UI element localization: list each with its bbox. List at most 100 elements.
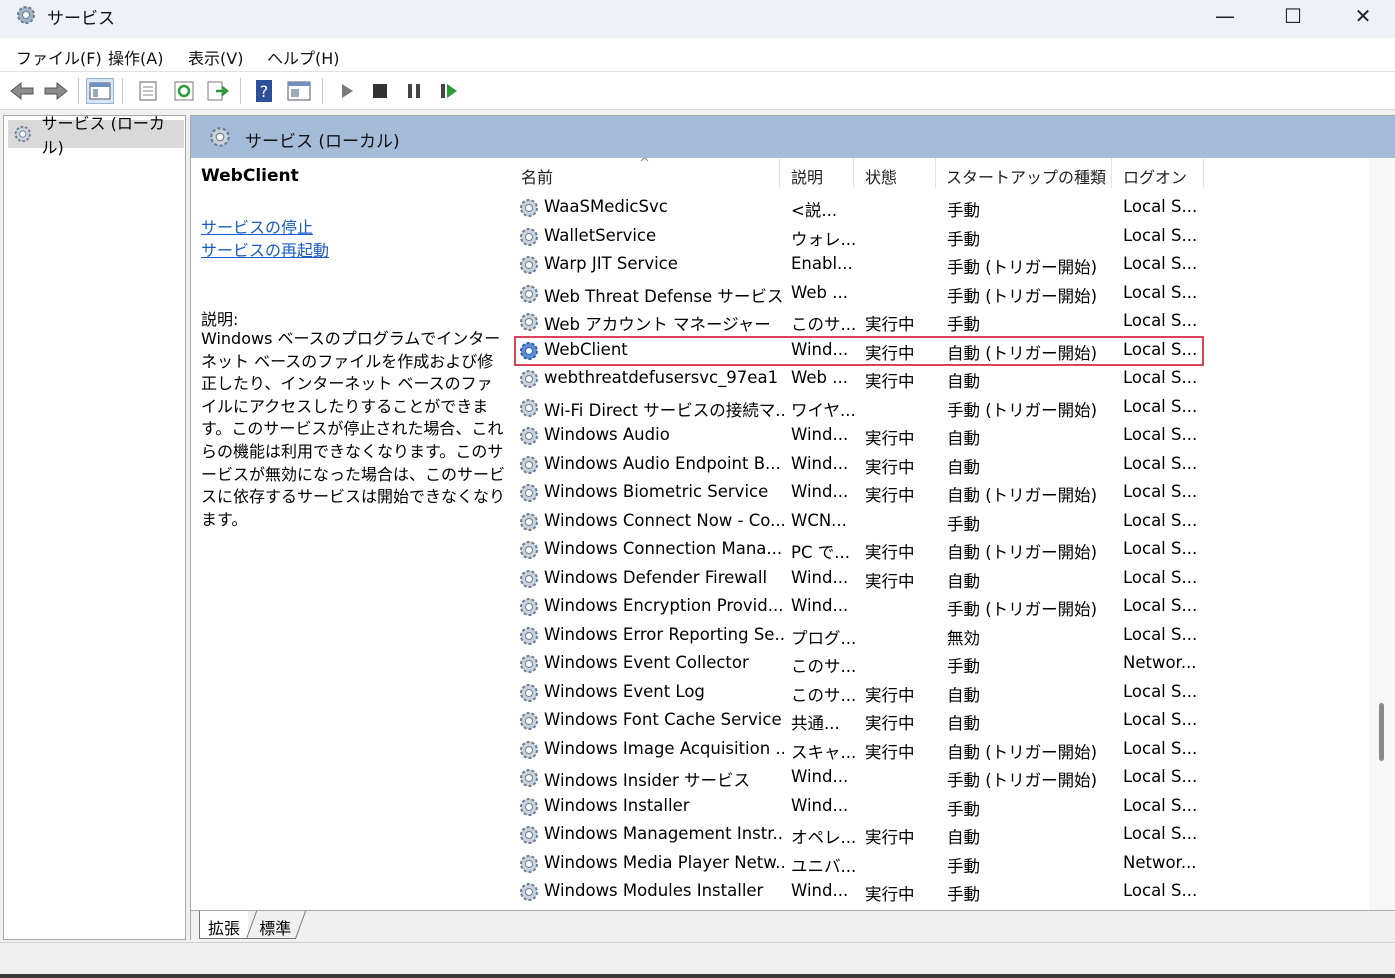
table-row[interactable]: Windows Insider サービス Wind... 手動 (トリガー開始) Lo…: [513, 764, 1379, 792]
column-divider[interactable]: [935, 158, 936, 188]
stop-service-button[interactable]: [366, 78, 394, 104]
service-logon: Local S...: [1123, 681, 1198, 701]
show-hide-tree-button[interactable]: [86, 78, 114, 104]
forward-button[interactable]: [42, 78, 70, 104]
table-row[interactable]: Windows Biometric Service Wind... 実行中 自動 (ト…: [513, 479, 1379, 507]
properties-button[interactable]: [134, 78, 162, 104]
export-list-button[interactable]: [204, 78, 232, 104]
vertical-scrollbar[interactable]: [1369, 158, 1395, 910]
service-logon: Local S...: [1123, 282, 1198, 302]
table-row[interactable]: Windows Audio Wind... 実行中 自動 Local S...: [513, 422, 1379, 450]
tab-extended[interactable]: 拡張: [199, 911, 249, 939]
column-divider[interactable]: [1111, 158, 1112, 188]
table-row[interactable]: Windows Connection Mana... PC で... 実行中 自動 (…: [513, 536, 1379, 564]
table-row[interactable]: Windows Audio Endpoint B... Wind... 実行中 自動 L…: [513, 451, 1379, 479]
tab-standard[interactable]: 標準: [245, 911, 307, 939]
menu-file[interactable]: ファイル(F): [16, 45, 102, 69]
menu-view[interactable]: 表示(V): [188, 45, 243, 69]
restart-service-link[interactable]: サービスの再起動: [201, 237, 329, 261]
service-logon: Networ...: [1123, 852, 1197, 872]
gear-icon: [520, 883, 538, 901]
table-row[interactable]: Windows Management Instr... オペレ... 実行中 自動 Lo…: [513, 821, 1379, 849]
table-row[interactable]: Windows Defender Firewall Wind... 実行中 自動 Loc…: [513, 565, 1379, 593]
maximize-button[interactable]: ☐: [1258, 0, 1328, 32]
help-button[interactable]: ?: [250, 78, 278, 104]
column-divider[interactable]: [1203, 158, 1204, 188]
table-row[interactable]: Web Threat Defense サービス Web ... 手動 (トリガー開始…: [513, 280, 1379, 308]
console-view-button[interactable]: [285, 78, 313, 104]
service-description-short: オペレ...: [791, 828, 857, 847]
table-row[interactable]: Windows Font Cache Service 共通... 実行中 自動 Loca…: [513, 707, 1379, 735]
column-header-logon[interactable]: ログオン: [1123, 164, 1187, 188]
table-row[interactable]: Windows Connect Now - Co... WCN... 手動 Local…: [513, 508, 1379, 536]
tree-item-services-local[interactable]: サービス (ローカル): [8, 114, 184, 157]
status-bar: [0, 942, 1395, 974]
service-startup-type: 手動: [947, 514, 980, 534]
service-description-short: Wind...: [791, 482, 849, 501]
table-row[interactable]: Windows Media Player Netw... ユニバ... 手動 Netw…: [513, 850, 1379, 878]
table-row[interactable]: webthreatdefusersvc_97ea1 Web ... 実行中 自動 Loc…: [513, 365, 1379, 393]
back-button[interactable]: [8, 78, 36, 104]
column-header-status[interactable]: 状態: [865, 164, 897, 188]
service-logon: Local S...: [1123, 539, 1198, 558]
column-divider[interactable]: [853, 158, 854, 188]
table-row[interactable]: WalletService ウォレ... 手動 Local S...: [513, 223, 1379, 251]
table-row[interactable]: Windows Encryption Provid... Wind... 手動 (ト…: [513, 593, 1379, 621]
start-service-button[interactable]: [333, 78, 361, 104]
service-logon: Local S...: [1123, 225, 1198, 245]
gear-icon: [520, 712, 538, 730]
service-description-short: Enabl...: [791, 254, 853, 273]
service-name: Web Threat Defense サービス: [544, 286, 784, 306]
menu-action[interactable]: 操作(A): [108, 45, 163, 69]
table-row[interactable]: Windows Installer Wind... 手動 Local S...: [513, 793, 1379, 821]
service-name: Windows Encryption Provid...: [544, 596, 784, 615]
service-name: Web アカウント マネージャー: [544, 315, 771, 334]
pause-service-button[interactable]: [400, 78, 428, 104]
table-row[interactable]: Windows Modules Installer Wind... 実行中 手動 Loc…: [513, 878, 1379, 906]
properties-icon: [139, 81, 157, 101]
back-arrow-icon: [10, 81, 34, 101]
gear-icon: [520, 740, 538, 759]
tab-standard-label: 標準: [259, 919, 292, 938]
refresh-button[interactable]: [170, 78, 198, 104]
service-logon: Local S...: [1123, 624, 1198, 644]
gear-icon: [520, 769, 538, 787]
service-name: Windows Management Instr...: [544, 824, 784, 843]
column-header-startup-type[interactable]: スタートアップの種類: [946, 164, 1106, 188]
play-icon: [342, 84, 353, 98]
service-status: 実行中: [865, 429, 915, 448]
table-row[interactable]: Windows Error Reporting Se... プログ... 無効 Loc…: [513, 622, 1379, 650]
table-row[interactable]: Warp JIT Service Enabl... 手動 (トリガー開始) Local…: [513, 251, 1379, 279]
resume-service-button[interactable]: [435, 78, 463, 104]
table-row[interactable]: Windows Event Collector このサ... 手動 Networ...: [513, 650, 1379, 678]
table-row[interactable]: Wi-Fi Direct サービスの接続マ... ワイヤ... 手動 (トリガー開始…: [513, 394, 1379, 422]
stop-service-link[interactable]: サービスの停止: [201, 214, 313, 238]
table-row[interactable]: Web アカウント マネージャー このサ... 実行中 手動 Local S...: [513, 308, 1379, 336]
close-button[interactable]: ✕: [1328, 0, 1395, 32]
service-startup-type: 自動: [947, 372, 980, 391]
minimize-button[interactable]: —: [1190, 0, 1260, 32]
column-divider[interactable]: [779, 158, 780, 188]
export-list-icon: [207, 81, 230, 101]
service-logon: Local S...: [1123, 482, 1198, 501]
stop-icon: [373, 84, 387, 98]
service-name: WalletService: [544, 225, 657, 245]
table-row[interactable]: Windows Event Log このサ... 実行中 自動 Local S...: [513, 679, 1379, 707]
service-logon: Local S...: [1123, 710, 1198, 729]
scrollbar-thumb[interactable]: [1379, 703, 1384, 761]
service-name: Windows Audio: [544, 425, 670, 444]
menu-help[interactable]: ヘルプ(H): [267, 45, 340, 69]
table-row[interactable]: WebClient Wind... 実行中 自動 (トリガー開始) Local S...: [514, 335, 1204, 366]
service-description-short: Wind...: [791, 425, 849, 444]
window-bottom-edge: [0, 974, 1395, 978]
maximize-icon: ☐: [1284, 4, 1302, 28]
table-row[interactable]: Windows Image Acquisition ... スキャ... 実行中 自動…: [513, 736, 1379, 764]
gear-icon: [520, 199, 538, 217]
service-name: WebClient: [544, 339, 628, 359]
service-startup-type: 手動 (トリガー開始): [947, 600, 1098, 619]
table-row[interactable]: WaaSMedicSvc <説... 手動 Local S...: [513, 194, 1379, 222]
column-header-description[interactable]: 説明: [791, 164, 823, 188]
svg-text:?: ?: [260, 82, 269, 101]
service-name: Windows Event Collector: [544, 653, 749, 672]
column-header-name[interactable]: 名前: [521, 164, 553, 188]
